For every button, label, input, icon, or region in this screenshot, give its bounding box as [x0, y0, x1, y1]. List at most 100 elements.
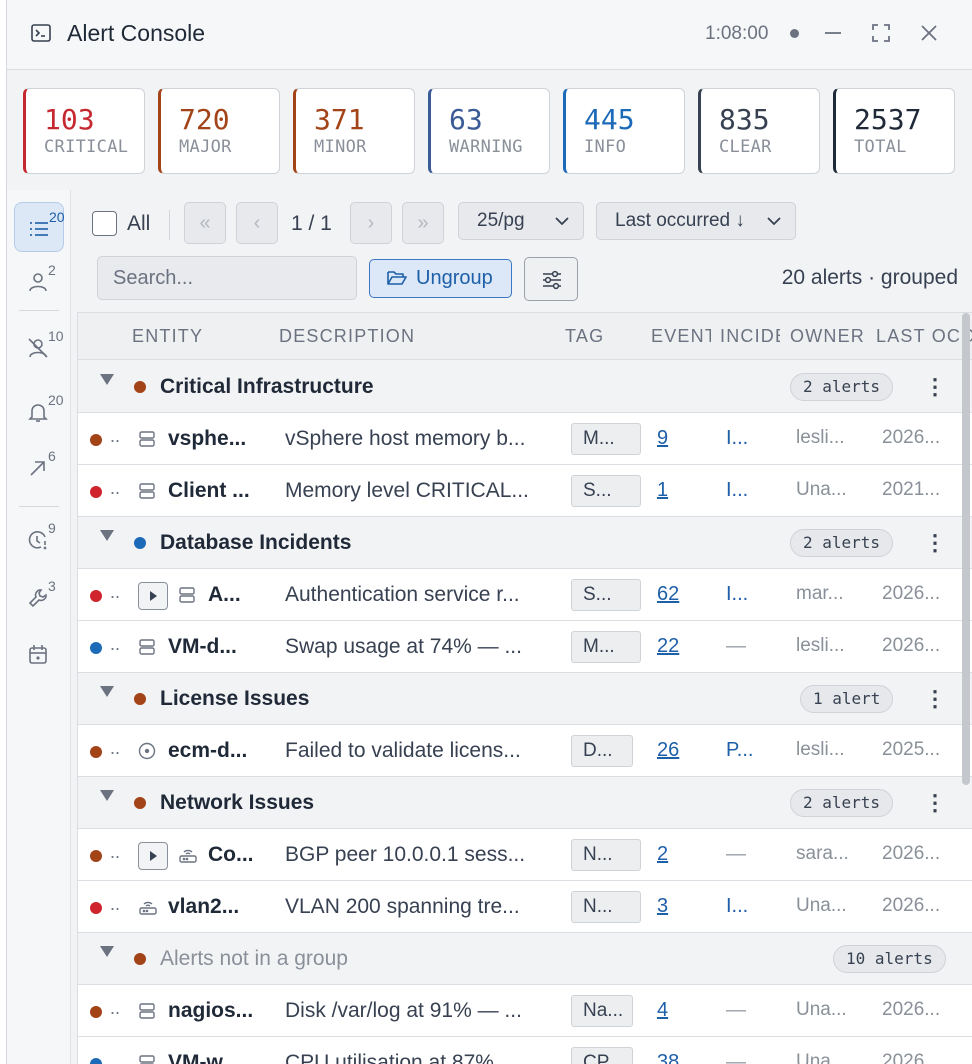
- more-vertical-icon[interactable]: ⋮: [924, 374, 946, 400]
- prev-page-button[interactable]: ‹: [236, 202, 278, 244]
- rail-filter-calendar[interactable]: [14, 628, 64, 678]
- alert-row[interactable]: .. Client ... Memory level CRITICAL... S...…: [78, 465, 972, 517]
- entity-name[interactable]: A...: [208, 583, 241, 607]
- search-input[interactable]: Search...: [97, 256, 357, 300]
- incident-link[interactable]: I...: [726, 583, 748, 606]
- column-header-tag[interactable]: TAG: [565, 326, 645, 347]
- expand-row-button[interactable]: [138, 582, 168, 610]
- severity-tile-major[interactable]: 720 MAJOR: [158, 88, 280, 174]
- owner-name: sara...: [796, 843, 849, 864]
- severity-tile-minor[interactable]: 371 MINOR: [293, 88, 415, 174]
- more-vertical-icon[interactable]: ⋮: [924, 790, 946, 816]
- rail-filter-wrench[interactable]: 3: [14, 572, 64, 622]
- collapse-triangle-icon[interactable]: [100, 530, 114, 541]
- sort-select[interactable]: Last occurred ↓: [596, 202, 796, 240]
- alert-row[interactable]: .. VM-w... CPU utilisation at 87%... CP... 3…: [78, 1037, 972, 1064]
- alert-row[interactable]: .. VM-d... Swap usage at 74% — ... M... 22 — l…: [78, 621, 972, 673]
- severity-tile-critical[interactable]: 103 CRITICAL: [23, 88, 145, 174]
- collapse-triangle-icon[interactable]: [100, 686, 114, 697]
- alert-row[interactable]: .. ecm-d... Failed to validate licens... D.…: [78, 725, 972, 777]
- entity-name[interactable]: vlan2...: [168, 895, 239, 919]
- events-count-link[interactable]: 38: [657, 1051, 679, 1064]
- tag-chip[interactable]: N...: [571, 891, 641, 923]
- incident-link[interactable]: I...: [726, 895, 748, 918]
- events-count-link[interactable]: 1: [657, 479, 668, 502]
- tag-chip[interactable]: D...: [571, 735, 633, 767]
- entity-name[interactable]: vsphe...: [168, 427, 246, 451]
- group-row[interactable]: Network Issues 2 alerts ⋮: [78, 777, 972, 829]
- select-all-checkbox[interactable]: [92, 211, 117, 236]
- alert-row[interactable]: .. nagios... Disk /var/log at 91% — ... Na.…: [78, 985, 972, 1037]
- tag-chip[interactable]: M...: [571, 423, 641, 455]
- events-count-link[interactable]: 2: [657, 843, 668, 866]
- events-count-link[interactable]: 9: [657, 427, 668, 450]
- group-row[interactable]: Critical Infrastructure 2 alerts ⋮: [78, 361, 972, 413]
- column-header-entity[interactable]: ENTITY: [132, 326, 272, 347]
- column-header-last-occurred[interactable]: LAST OCCURRED: [876, 326, 972, 347]
- severity-count: 720: [179, 103, 230, 136]
- entity-name[interactable]: nagios...: [168, 999, 253, 1023]
- column-header-description[interactable]: DESCRIPTION: [279, 326, 549, 347]
- group-row[interactable]: Alerts not in a group 10 alerts: [78, 933, 972, 985]
- events-count-link[interactable]: 4: [657, 999, 668, 1022]
- incident-link: —: [726, 999, 746, 1021]
- severity-tile-total[interactable]: 2537 TOTAL: [833, 88, 955, 174]
- incident-link[interactable]: I...: [726, 427, 748, 450]
- entity-name[interactable]: Client ...: [168, 479, 250, 503]
- last-page-button[interactable]: »: [402, 202, 444, 244]
- close-button[interactable]: [915, 18, 943, 48]
- filter-settings-button[interactable]: [524, 257, 578, 301]
- incident-link[interactable]: I...: [726, 479, 748, 502]
- rail-filter-arrow-escalate[interactable]: 6: [14, 442, 64, 492]
- entity-name[interactable]: Co...: [208, 843, 254, 867]
- events-count-link[interactable]: 26: [657, 739, 679, 762]
- column-header-incident[interactable]: INCIDENT: [720, 326, 780, 347]
- more-vertical-icon[interactable]: ⋮: [924, 686, 946, 712]
- next-page-button[interactable]: ›: [350, 202, 392, 244]
- close-icon: [921, 25, 937, 41]
- maximize-button[interactable]: [867, 18, 895, 48]
- expand-row-button[interactable]: [138, 842, 168, 870]
- events-count-link[interactable]: 62: [657, 583, 679, 606]
- severity-tile-clear[interactable]: 835 CLEAR: [698, 88, 820, 174]
- column-header-events[interactable]: EVENTS: [651, 326, 711, 347]
- collapse-triangle-icon[interactable]: [100, 946, 114, 957]
- column-header-owner[interactable]: OWNER: [790, 326, 870, 347]
- minimize-button[interactable]: [819, 18, 847, 48]
- tag-chip[interactable]: M...: [571, 631, 641, 663]
- divider: [169, 210, 170, 240]
- rail-filter-user[interactable]: 2: [14, 256, 64, 306]
- rail-filter-bell[interactable]: 20: [14, 386, 64, 436]
- alert-row[interactable]: .. Co... BGP peer 10.0.0.1 sess... N... 2 — sa…: [78, 829, 972, 881]
- collapse-triangle-icon[interactable]: [100, 374, 114, 385]
- entity-name[interactable]: ecm-d...: [168, 739, 247, 763]
- row-overflow-indicator: ..: [110, 478, 121, 498]
- tag-chip[interactable]: CP...: [571, 1047, 633, 1064]
- table-scrollbar[interactable]: [962, 313, 970, 785]
- page-size-select[interactable]: 25/pg: [458, 202, 584, 240]
- ungroup-button[interactable]: Ungroup: [369, 259, 512, 298]
- first-page-button[interactable]: «: [184, 202, 226, 244]
- entity-name[interactable]: VM-d...: [168, 635, 237, 659]
- more-vertical-icon[interactable]: ⋮: [924, 530, 946, 556]
- group-row[interactable]: License Issues 1 alert ⋮: [78, 673, 972, 725]
- tag-chip[interactable]: N...: [571, 839, 641, 871]
- events-count-link[interactable]: 3: [657, 895, 668, 918]
- severity-tile-info[interactable]: 445 INFO: [563, 88, 685, 174]
- incident-link[interactable]: P...: [726, 739, 753, 762]
- rail-filter-user-off[interactable]: 10: [14, 322, 64, 372]
- entity-name[interactable]: VM-w...: [168, 1051, 240, 1064]
- events-count-link[interactable]: 22: [657, 635, 679, 658]
- collapse-triangle-icon[interactable]: [100, 790, 114, 801]
- alert-row[interactable]: .. vlan2... VLAN 200 spanning tre... N... 3 I…: [78, 881, 972, 933]
- severity-tile-warning[interactable]: 63 WARNING: [428, 88, 550, 174]
- group-row[interactable]: Database Incidents 2 alerts ⋮: [78, 517, 972, 569]
- tag-chip[interactable]: S...: [571, 579, 641, 611]
- rail-filter-list[interactable]: 20: [14, 202, 65, 252]
- tag-chip[interactable]: Na...: [571, 995, 633, 1027]
- status-dot: [790, 29, 799, 38]
- alert-row[interactable]: .. vsphe... vSphere host memory b... M... 9 I…: [78, 413, 972, 465]
- rail-filter-clock-alert[interactable]: 9: [14, 514, 64, 564]
- alert-row[interactable]: .. A... Authentication service r... S... 62 I…: [78, 569, 972, 621]
- tag-chip[interactable]: S...: [571, 475, 641, 507]
